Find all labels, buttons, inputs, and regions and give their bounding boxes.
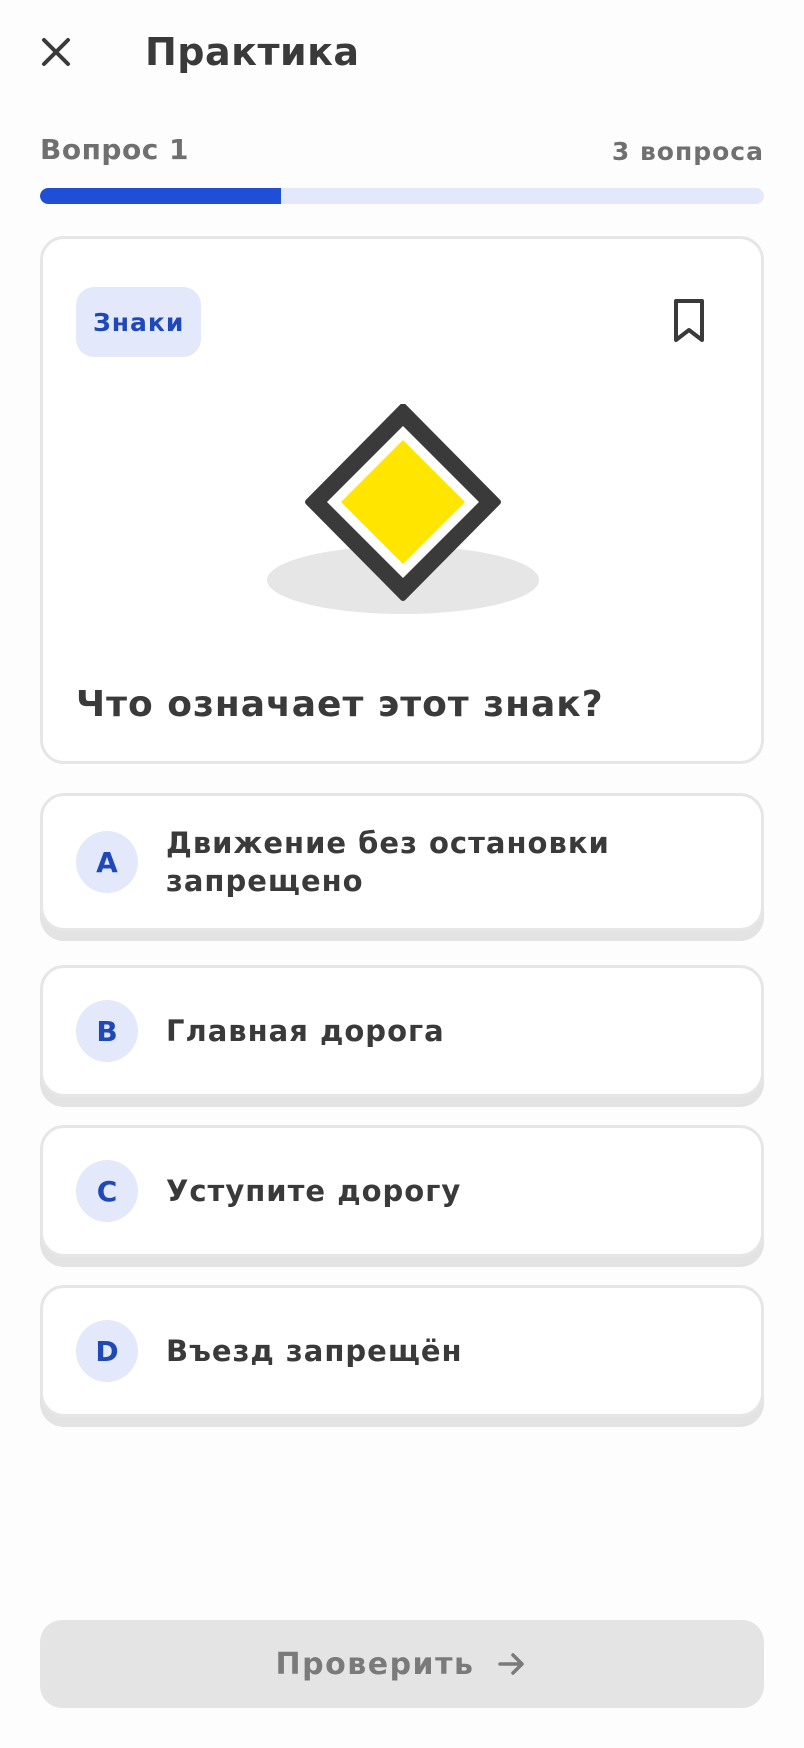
answer-letter: A [76,831,138,893]
question-number: Вопрос 1 [40,133,190,166]
answer-option-c[interactable]: C Уступите дорогу [40,1125,764,1257]
check-button[interactable]: Проверить [40,1620,764,1708]
answer-text: Главная дорога [166,1014,445,1048]
close-icon [42,38,70,66]
sign-image [263,403,543,624]
progress-bar [40,188,764,204]
answer-text: Уступите дорогу [166,1174,462,1208]
question-card: Знаки Что означает этот знак? [40,236,764,764]
answer-text: Движение без остановки запрещено [166,826,610,898]
close-button[interactable] [30,26,82,78]
page-title: Практика [145,30,360,74]
answer-letter: B [76,1000,138,1062]
answer-letter: D [76,1320,138,1382]
question-count: 3 вопроса [611,137,764,166]
progress-fill [40,188,282,204]
arrow-right-icon [498,1653,525,1675]
answer-option-b[interactable]: B Главная дорога [40,965,764,1097]
answer-option-a[interactable]: A Движение без остановки запрещено [40,793,764,931]
header: Практика [0,0,804,110]
practice-screen: Практика Вопрос 1 3 вопроса Знаки Что оз… [0,0,804,1748]
answer-option-d[interactable]: D Въезд запрещён [40,1285,764,1417]
answer-letter: C [76,1160,138,1222]
bookmark-button[interactable] [669,297,709,345]
bookmark-icon [674,299,704,342]
category-chip: Знаки [76,287,202,357]
question-text: Что означает этот знак? [76,684,604,725]
answer-text: Въезд запрещён [166,1334,463,1368]
check-button-label: Проверить [275,1646,475,1682]
